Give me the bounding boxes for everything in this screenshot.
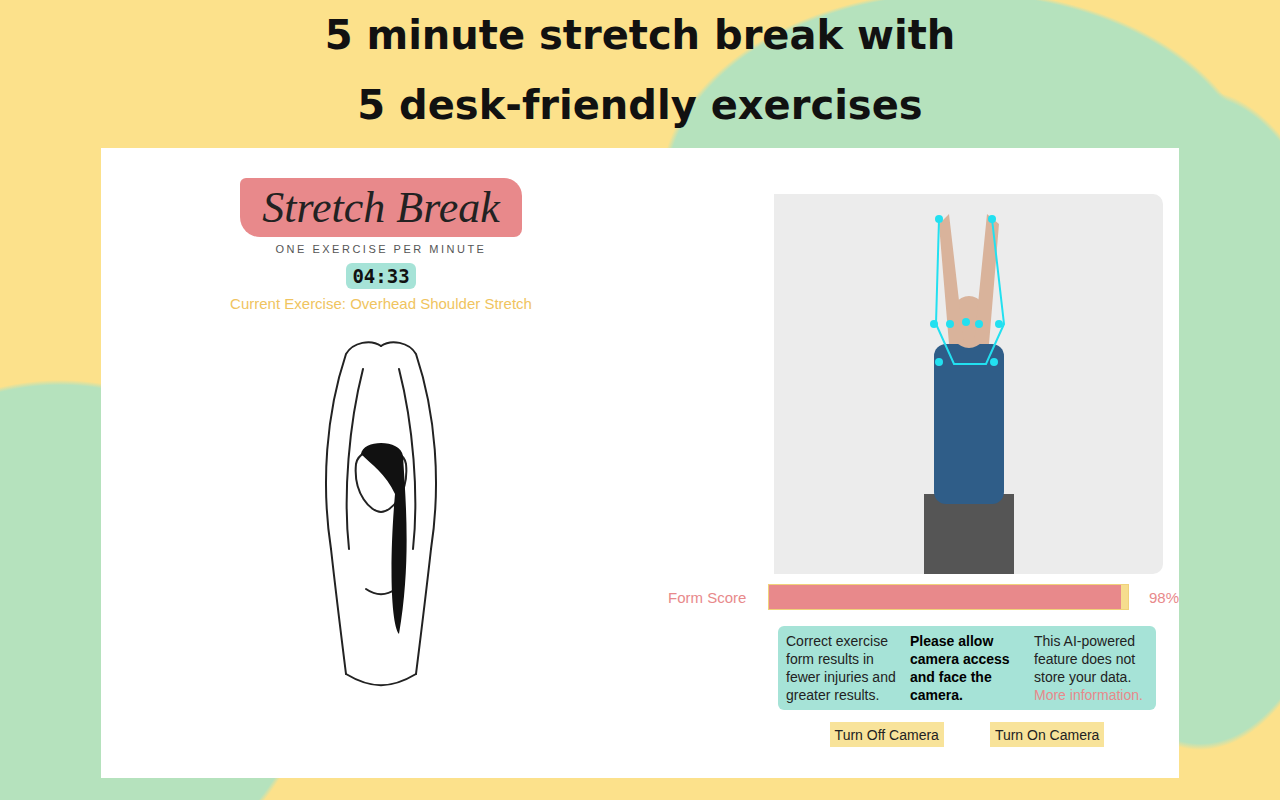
camera-button[interactable]: Turn Off Camera xyxy=(830,722,944,747)
form-score-track xyxy=(768,584,1129,610)
camera-button[interactable]: Turn On Camera xyxy=(990,722,1105,747)
form-score-label: Form Score xyxy=(661,589,768,606)
exercise-column: Stretch Break ONE EXERCISE PER MINUTE 04:3… xyxy=(101,148,661,778)
timer: 04:33 xyxy=(346,263,415,289)
headline: 5 minute stretch break with5 desk-friend… xyxy=(325,0,956,140)
logo-text: Stretch Break xyxy=(262,182,499,233)
headline-line: 5 minute stretch break with xyxy=(325,0,956,70)
info-text: Correct exercise form results in fewer i… xyxy=(786,632,900,704)
more-info-link[interactable]: More information. xyxy=(1034,687,1143,703)
tagline: ONE EXERCISE PER MINUTE xyxy=(276,243,487,255)
stretch-figure-icon xyxy=(291,334,471,704)
form-score: Form Score 98% xyxy=(661,584,1179,610)
form-score-reading: 98% xyxy=(1149,589,1179,606)
camera-feed xyxy=(774,194,1163,574)
logo: Stretch Break xyxy=(240,178,521,237)
info-box: Correct exercise form results in fewer i… xyxy=(778,626,1156,710)
info-text: Please allow camera access and face the … xyxy=(910,632,1024,704)
app-screenshot: Stretch Break ONE EXERCISE PER MINUTE 04:3… xyxy=(101,148,1179,778)
camera-buttons: Turn Off Camera Turn On Camera xyxy=(778,722,1156,747)
headline-line: 5 desk-friendly exercises xyxy=(325,70,956,140)
form-score-fill xyxy=(769,585,1121,609)
person-photo-icon xyxy=(774,194,1163,574)
info-text: This AI-powered feature does not store y… xyxy=(1034,632,1148,704)
camera-column: Form Score 98% Correct exercise form resul… xyxy=(661,148,1179,778)
current-exercise: Current Exercise: Overhead Shoulder Stre… xyxy=(230,295,532,312)
promo-page: 5 minute stretch break with5 desk-friend… xyxy=(0,0,1280,800)
